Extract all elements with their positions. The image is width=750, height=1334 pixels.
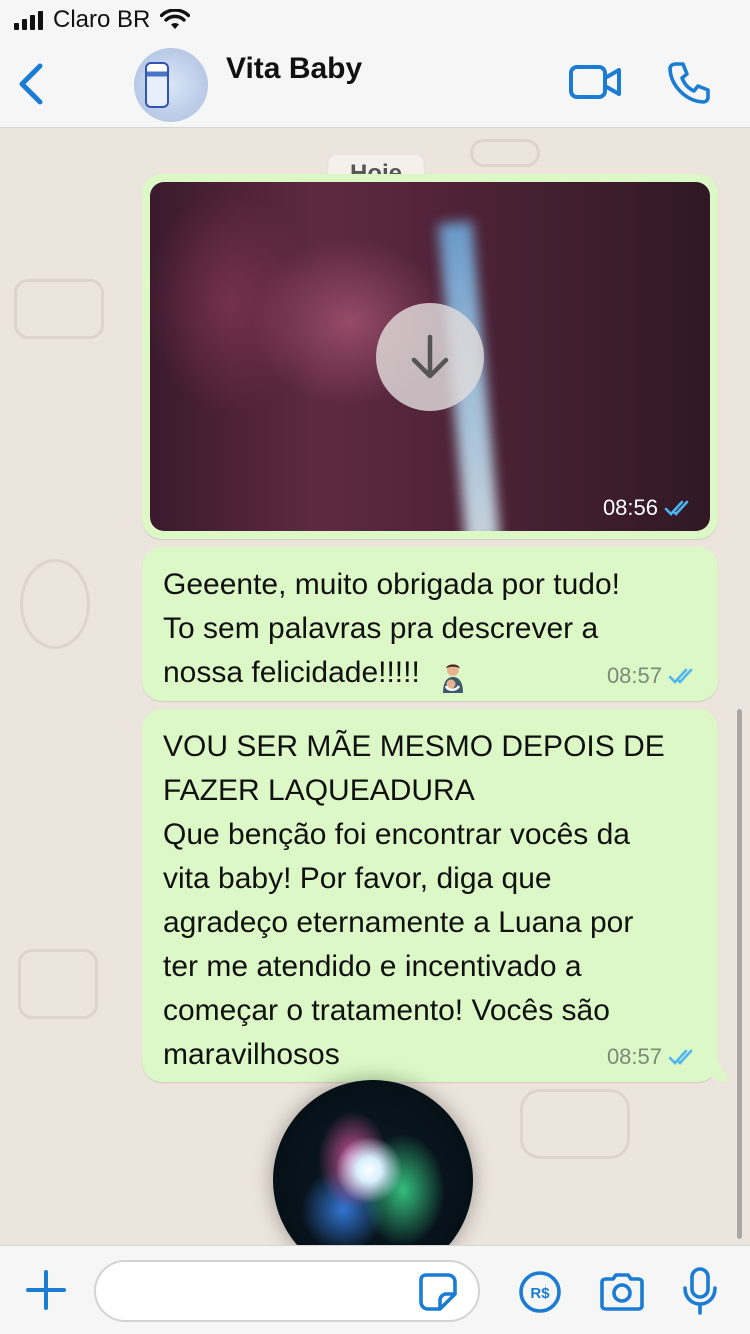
message-time: 08:57: [606, 663, 662, 688]
camera-icon[interactable]: [598, 1272, 646, 1312]
wallpaper-doodle: [470, 139, 540, 167]
svg-text:R$: R$: [530, 1285, 550, 1302]
chat-header: Vita Baby: [0, 40, 750, 128]
media-message[interactable]: 08:56: [142, 174, 718, 539]
message-text: VOU SER MÃE MESMO DEPOIS DE FAZER LAQUEA…: [163, 730, 665, 1071]
message-meta: 08:56: [603, 495, 694, 521]
status-bar: Claro BR: [0, 0, 750, 40]
scrollbar[interactable]: [737, 709, 742, 1239]
contact-name[interactable]: Vita Baby: [226, 52, 362, 86]
download-button[interactable]: [376, 303, 484, 411]
text-message[interactable]: Geeente, muito obrigada por tudo! To sem…: [142, 547, 718, 701]
plus-icon[interactable]: [24, 1268, 68, 1312]
message-time: 08:56: [602, 495, 658, 520]
input-bar: R$: [0, 1245, 750, 1334]
bubble-tail: [706, 1062, 730, 1082]
back-chevron-icon[interactable]: [14, 60, 48, 108]
avatar-bottle-blue: [145, 62, 169, 108]
wallpaper-doodle: [520, 1089, 630, 1159]
microphone-icon[interactable]: [680, 1266, 720, 1316]
message-meta: 08:57: [607, 663, 698, 689]
carrier-name: Claro BR: [53, 6, 151, 33]
contact-avatar[interactable]: [134, 48, 208, 122]
download-arrow-icon: [411, 334, 449, 379]
sticker-icon[interactable]: [418, 1272, 458, 1312]
message-time: 08:57: [606, 1044, 662, 1069]
phone-call-icon[interactable]: [666, 60, 712, 106]
blurred-video-thumbnail[interactable]: 08:56: [150, 182, 710, 531]
read-receipt-icon: [664, 500, 689, 516]
message-meta: 08:57: [607, 1044, 698, 1070]
wallpaper-doodle: [20, 559, 90, 649]
read-receipt-icon: [668, 668, 693, 684]
read-receipt-icon: [668, 1049, 693, 1065]
message-text: Geeente, muito obrigada por tudo! To sem…: [163, 568, 620, 689]
video-call-icon[interactable]: [568, 62, 622, 102]
signal-strength-icon: [14, 10, 43, 30]
chat-area[interactable]: Hoje 08:56 Geeente, muito obrigada por t…: [0, 129, 750, 1245]
wallpaper-doodle: [18, 949, 98, 1019]
wifi-icon: [160, 9, 191, 29]
breastfeeding-emoji-icon: [442, 663, 463, 693]
wallpaper-doodle: [14, 279, 104, 339]
text-message[interactable]: VOU SER MÃE MESMO DEPOIS DE FAZER LAQUEA…: [142, 709, 730, 1082]
pay-icon[interactable]: R$: [518, 1270, 562, 1314]
